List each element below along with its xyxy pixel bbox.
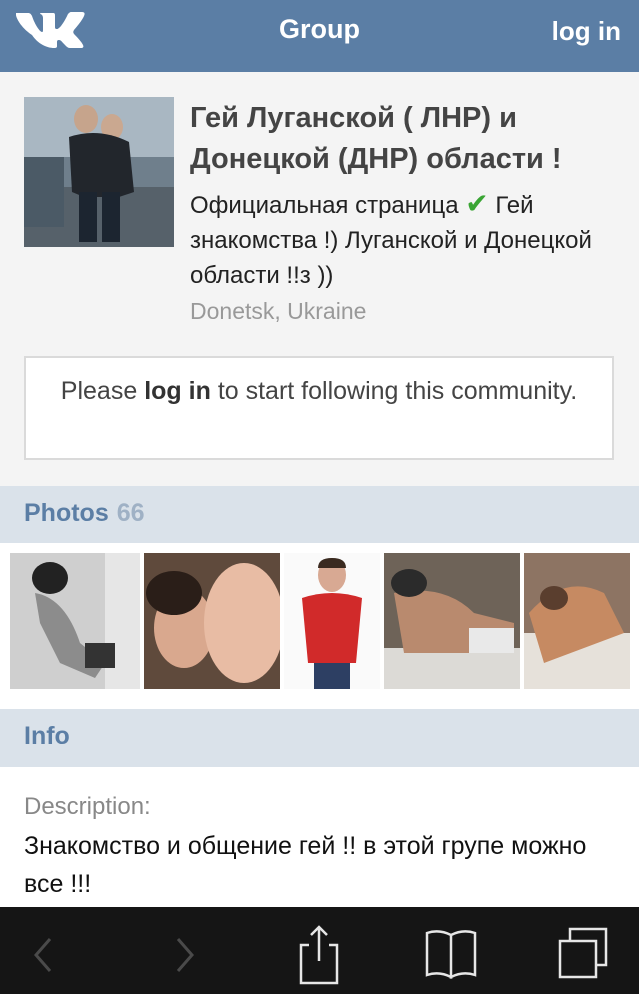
bookmarks-icon[interactable] <box>421 925 481 985</box>
info-section-header: Info <box>0 709 639 767</box>
group-name: Гей Луганской ( ЛНР) и Донецкой (ДНР) об… <box>190 102 562 175</box>
info-body: Description: Знакомство и общение гей !!… <box>0 767 639 907</box>
photo-thumbnail[interactable] <box>144 553 280 689</box>
back-arrow-icon[interactable] <box>14 925 74 985</box>
follow-prompt-before: Please <box>60 377 138 405</box>
photo-thumbnail[interactable] <box>384 553 520 689</box>
info-section-title: Info <box>24 722 70 750</box>
checkmark-icon: ✔ <box>465 188 489 219</box>
photos-count: 66 <box>116 499 145 527</box>
photo-thumbnail[interactable] <box>284 553 380 689</box>
description-text: Знакомство и общение гей !! в этой групе… <box>24 832 587 898</box>
follow-login-link[interactable]: log in <box>144 377 211 405</box>
photos-title: Photos <box>24 499 109 527</box>
photos-strip <box>0 543 639 710</box>
status-text-start: Официальная страница <box>190 192 459 219</box>
login-link[interactable]: log in <box>552 16 621 47</box>
photo-thumbnail[interactable] <box>524 553 630 689</box>
share-icon[interactable] <box>289 925 349 985</box>
tabs-icon[interactable] <box>556 925 616 985</box>
group-location: Donetsk, Ukraine <box>190 298 367 324</box>
page-title: Group <box>279 14 360 44</box>
photo-thumbnail[interactable] <box>10 553 140 689</box>
follow-prompt-after: to start following this community. <box>217 377 578 405</box>
photos-section-header[interactable]: Photos 66 <box>0 486 639 544</box>
description-label: Description: <box>24 793 151 820</box>
forward-arrow-icon[interactable] <box>154 925 214 985</box>
group-status: Официальная страница ✔ Гей знакомства !)… <box>190 186 620 293</box>
top-navigation-bar: Group log in <box>0 0 639 72</box>
photos-section-title: Photos 66 <box>24 499 145 528</box>
browser-toolbar <box>0 907 639 994</box>
follow-prompt: Please log in to start following this co… <box>24 356 614 460</box>
group-avatar[interactable] <box>24 97 174 247</box>
